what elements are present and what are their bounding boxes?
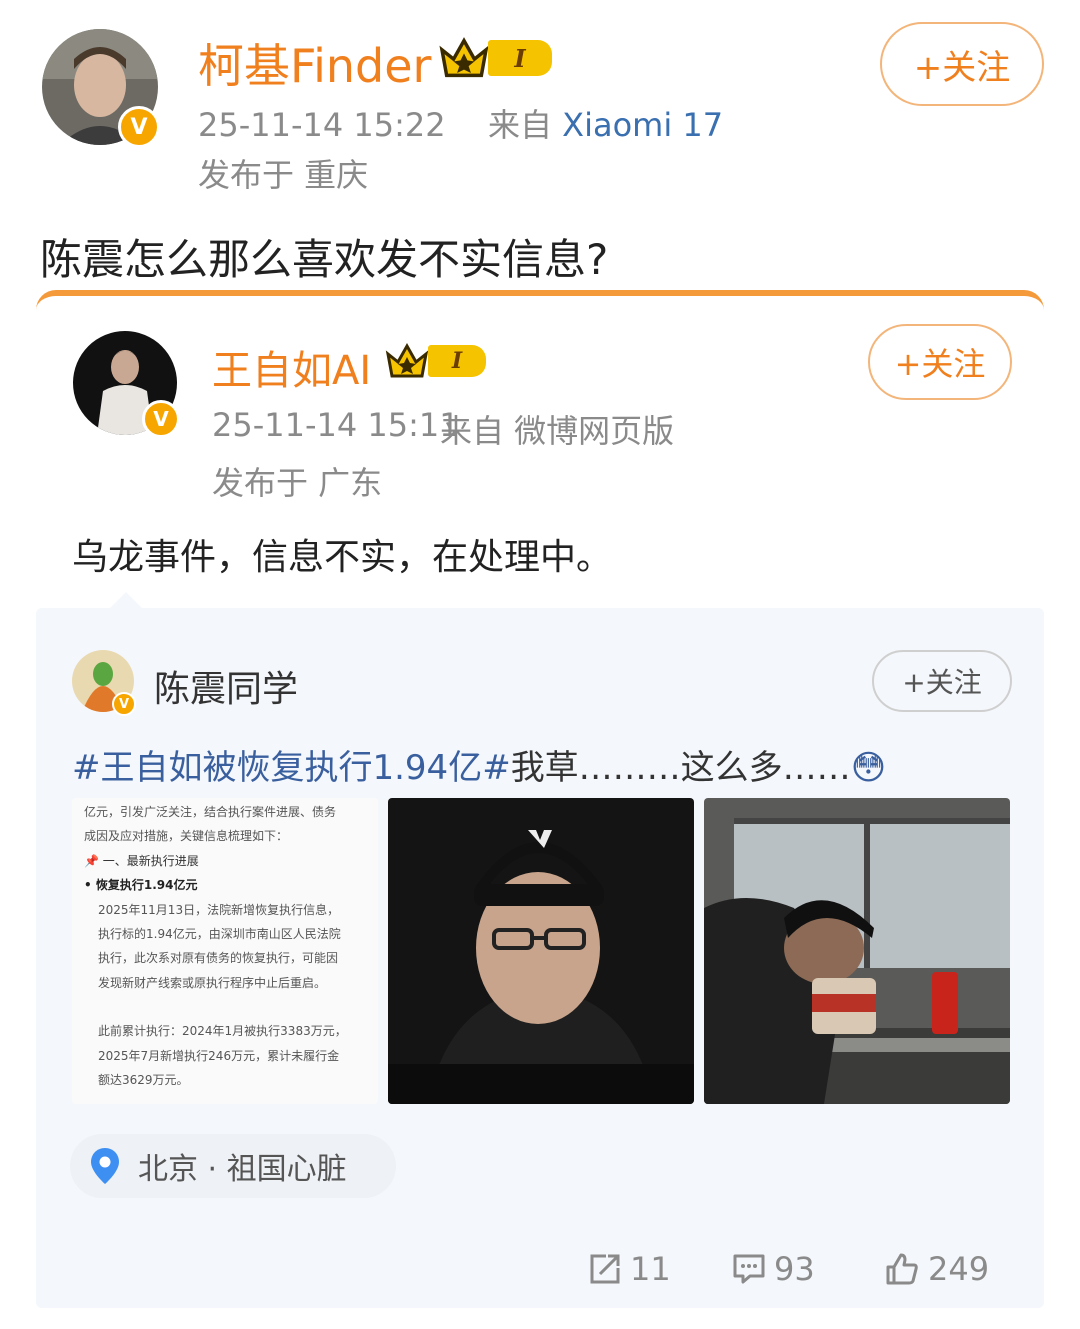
quoted-post-text: #王自如被恢复执行1.94亿#我草………这么多……😳 <box>72 740 886 789</box>
image-document-screenshot[interactable]: 亿元，引发广泛关注，结合执行案件进展、债务 成因及应对措施，关键信息梳理如下： … <box>72 798 378 1104</box>
quoted-verified-badge-icon: V <box>112 692 136 716</box>
quote-notch <box>110 592 142 608</box>
doc-line: 发现新财产线索或原执行程序中止后重启。 <box>98 975 327 990</box>
quoted-body: 我草………这么多…… <box>510 748 851 788</box>
quoted-follow-button[interactable]: +关注 <box>872 650 1012 712</box>
comment-action[interactable]: 93 <box>732 1250 815 1288</box>
doc-line: 2025年7月新增执行246万元，累计未履行金 <box>98 1048 340 1063</box>
repost-time: 25-11-14 15:11 <box>212 406 460 444</box>
comment-count: 93 <box>774 1250 815 1288</box>
vip-level: I <box>488 40 552 76</box>
repost-verified-badge-icon: V <box>142 400 180 438</box>
quoted-author-name[interactable]: 陈震同学 <box>154 660 298 712</box>
repost-vip-level: I <box>428 345 486 377</box>
flushed-emoji-icon: 😳 <box>850 748 887 788</box>
thumbs-up-icon <box>886 1253 918 1285</box>
doc-line: 📌 一、最新执行进展 <box>84 853 199 868</box>
repost-author-name[interactable]: 王自如AI <box>212 338 371 396</box>
post-text: 陈震怎么那么喜欢发不实信息? <box>40 235 609 284</box>
source-prefix: 来自 <box>487 106 552 144</box>
verified-badge-icon: V <box>118 106 160 148</box>
doc-line: 此前累计执行：2024年1月被执行3383万元， <box>98 1024 347 1039</box>
doc-line: 执行，此次系对原有债务的恢复执行，可能因 <box>98 951 339 966</box>
location-tag[interactable]: 北京 · 祖国心脏 <box>70 1134 396 1198</box>
post-meta: 25-11-14 15:22 来自 Xiaomi 17 <box>198 100 723 146</box>
location-text: 北京 · 祖国心脏 <box>138 1152 347 1187</box>
doc-line: 成因及应对措施，关键信息梳理如下： <box>84 829 289 844</box>
doc-line: 额达3629万元。 <box>98 1073 189 1088</box>
doc-line: 2025年11月13日，法院新增恢复执行信息， <box>98 902 340 917</box>
repost-vip-badge[interactable]: I <box>384 342 486 380</box>
image-man-eating[interactable] <box>704 798 1010 1104</box>
comment-icon <box>733 1254 765 1284</box>
repost-icon <box>590 1254 620 1284</box>
repost-text: 乌龙事件，信息不实，在处理中。 <box>72 537 613 578</box>
vip-badge[interactable]: I <box>438 36 552 80</box>
post-location: 发布于 重庆 <box>198 156 369 194</box>
follow-button[interactable]: +关注 <box>880 22 1044 106</box>
repost-source: 来自 微博网页版 <box>440 412 675 450</box>
repost-count: 11 <box>630 1250 671 1288</box>
repost-location: 发布于 广东 <box>212 464 383 502</box>
hashtag-link[interactable]: #王自如被恢复执行1.94亿# <box>72 748 511 788</box>
author-name[interactable]: 柯基Finder <box>198 30 431 96</box>
like-count: 249 <box>928 1250 990 1288</box>
image-man-in-cap[interactable] <box>388 798 694 1104</box>
doc-line: 执行标的1.94亿元，由深圳市南山区人民法院 <box>98 927 341 942</box>
doc-line: • 恢复执行1.94亿元 <box>84 878 198 893</box>
doc-line: 亿元，引发广泛关注，结合执行案件进展、债务 <box>84 805 337 819</box>
repost-follow-button[interactable]: +关注 <box>868 324 1012 400</box>
repost-top-border <box>36 290 1044 314</box>
source-device[interactable]: Xiaomi 17 <box>562 106 723 144</box>
location-pin-icon <box>91 1148 119 1184</box>
repost-action[interactable]: 11 <box>588 1250 671 1288</box>
repost-crown-icon <box>385 342 429 378</box>
crown-icon <box>439 37 489 78</box>
post-time: 25-11-14 15:22 <box>198 106 446 144</box>
like-action[interactable]: 249 <box>884 1250 989 1288</box>
